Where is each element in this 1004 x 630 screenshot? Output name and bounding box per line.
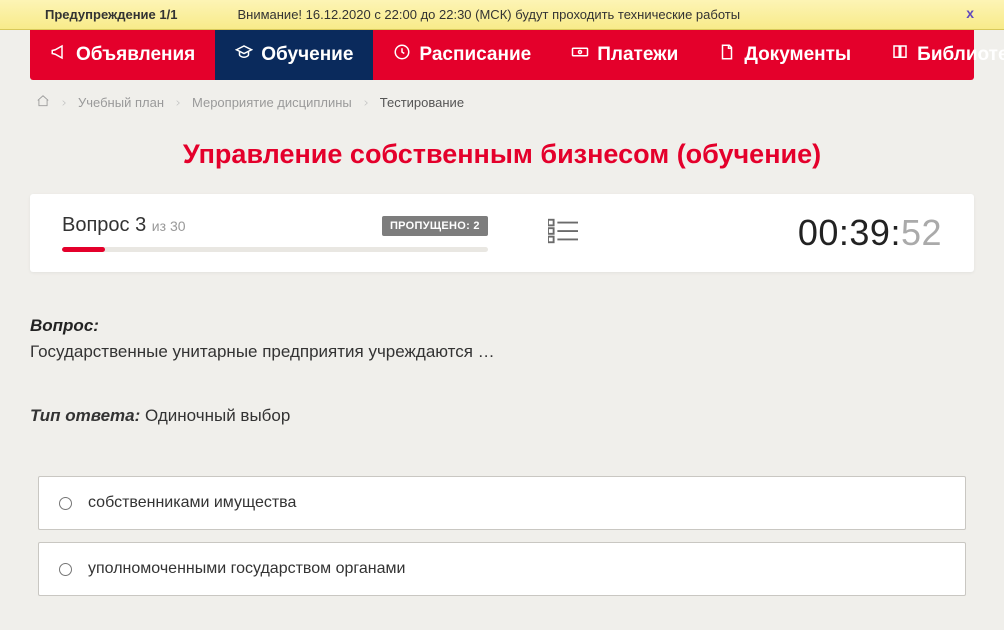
nav-label: Документы bbox=[744, 44, 851, 66]
answer-type-label: Тип ответа: bbox=[30, 406, 140, 425]
warning-bar: Предупреждение 1/1 Внимание! 16.12.2020 … bbox=[0, 0, 1004, 30]
warning-text: Внимание! 16.12.2020 с 22:00 до 22:30 (М… bbox=[237, 7, 964, 22]
question-word: Вопрос bbox=[62, 214, 130, 236]
question-of-word: из bbox=[152, 218, 166, 234]
nav-label: Платежи bbox=[597, 44, 678, 66]
nav-library[interactable]: Библиотека bbox=[871, 30, 1004, 80]
answer-options: собственниками имущества уполномоченными… bbox=[38, 476, 966, 596]
banknote-icon bbox=[571, 43, 589, 67]
page-scroll[interactable]: Предупреждение 1/1 Внимание! 16.12.2020 … bbox=[0, 0, 1004, 630]
chevron-right-icon bbox=[362, 95, 370, 110]
breadcrumb-event[interactable]: Мероприятие дисциплины bbox=[192, 95, 352, 110]
question-number: Вопрос 3 из 30 bbox=[62, 214, 186, 237]
timer-seconds: 52 bbox=[901, 212, 942, 253]
nav-label: Расписание bbox=[419, 44, 531, 66]
question-text: Государственные унитарные предприятия уч… bbox=[30, 342, 974, 362]
answer-text: уполномоченными государством органами bbox=[88, 560, 405, 578]
warning-close-button[interactable]: x bbox=[966, 5, 974, 21]
timer: 00:39:52 bbox=[638, 212, 942, 254]
nav-documents[interactable]: Документы bbox=[698, 30, 871, 80]
breadcrumb-plan[interactable]: Учебный план bbox=[78, 95, 164, 110]
nav-label: Объявления bbox=[76, 44, 195, 66]
book-icon bbox=[891, 43, 909, 67]
nav-schedule[interactable]: Расписание bbox=[373, 30, 551, 80]
page-title: Управление собственным бизнесом (обучени… bbox=[0, 139, 1004, 170]
chevron-right-icon bbox=[60, 95, 68, 110]
breadcrumb-current: Тестирование bbox=[380, 95, 464, 110]
list-icon bbox=[548, 232, 578, 249]
answer-type-value: Одиночный выбор bbox=[145, 406, 290, 425]
answer-type-row: Тип ответа: Одиночный выбор bbox=[30, 406, 974, 426]
question-list-button[interactable] bbox=[518, 217, 608, 250]
page-content: Предупреждение 1/1 Внимание! 16.12.2020 … bbox=[0, 0, 1004, 630]
graduation-cap-icon bbox=[235, 43, 253, 67]
question-body: Вопрос: Государственные унитарные предпр… bbox=[30, 316, 974, 596]
nav-label: Библиотека bbox=[917, 44, 1004, 66]
clock-icon bbox=[393, 43, 411, 67]
nav-announcements[interactable]: Объявления bbox=[30, 30, 215, 80]
answer-radio[interactable] bbox=[59, 497, 72, 510]
progress-bar bbox=[62, 247, 488, 252]
answer-option[interactable]: собственниками имущества bbox=[38, 476, 966, 530]
nav-learning[interactable]: Обучение bbox=[215, 30, 373, 80]
question-total: 30 bbox=[170, 218, 186, 234]
test-status-panel: Вопрос 3 из 30 ПРОПУЩЕНО: 2 bbox=[30, 194, 974, 272]
question-label: Вопрос: bbox=[30, 316, 974, 336]
timer-main: 00:39: bbox=[798, 212, 901, 253]
progress-fill bbox=[62, 247, 105, 252]
main-nav: Объявления Обучение Расписание Платежи Д… bbox=[30, 30, 974, 80]
megaphone-icon bbox=[50, 43, 68, 67]
answer-radio[interactable] bbox=[59, 563, 72, 576]
question-current: 3 bbox=[135, 214, 146, 236]
skipped-badge: ПРОПУЩЕНО: 2 bbox=[382, 216, 488, 236]
chevron-right-icon bbox=[174, 95, 182, 110]
document-icon bbox=[718, 43, 736, 67]
warning-label: Предупреждение 1/1 bbox=[45, 7, 177, 22]
answer-option[interactable]: уполномоченными государством органами bbox=[38, 542, 966, 596]
home-icon[interactable] bbox=[36, 94, 50, 111]
nav-payments[interactable]: Платежи bbox=[551, 30, 698, 80]
question-progress-block: Вопрос 3 из 30 ПРОПУЩЕНО: 2 bbox=[62, 214, 488, 252]
breadcrumb: Учебный план Мероприятие дисциплины Тест… bbox=[0, 80, 1004, 121]
nav-label: Обучение bbox=[261, 44, 353, 66]
answer-text: собственниками имущества bbox=[88, 494, 296, 512]
